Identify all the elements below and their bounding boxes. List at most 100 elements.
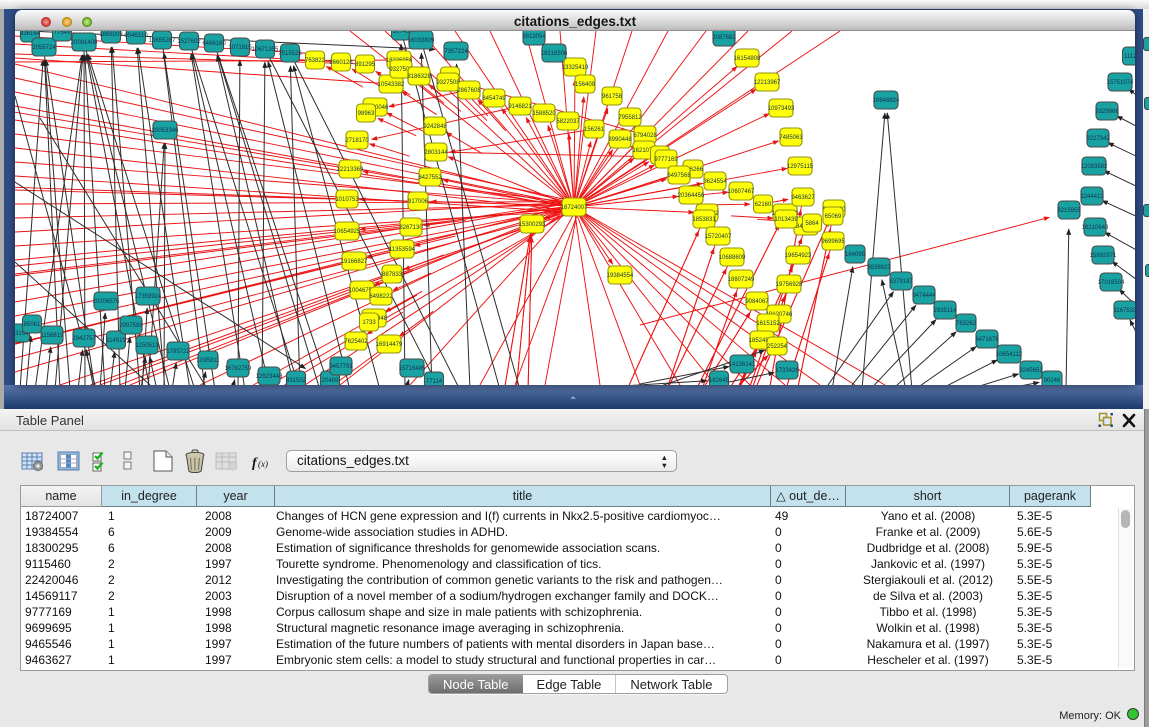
svg-text:5822037: 5822037	[556, 119, 580, 125]
svg-text:19654923: 19654923	[785, 253, 812, 259]
svg-text:7357224: 7357224	[444, 49, 468, 55]
svg-text:164095: 164095	[845, 252, 866, 258]
svg-text:16154808: 16154808	[734, 56, 761, 62]
svg-text:7955812: 7955812	[618, 115, 642, 121]
svg-text:9242848: 9242848	[423, 124, 447, 130]
svg-text:10688609: 10688609	[719, 255, 746, 261]
svg-text:1889203: 1889203	[99, 32, 123, 38]
svg-text:9699695: 9699695	[821, 239, 845, 245]
svg-text:9463627: 9463627	[791, 195, 815, 201]
svg-text:1013439: 1013439	[774, 217, 798, 223]
svg-text:2867608: 2867608	[457, 88, 481, 94]
svg-text:891295: 891295	[355, 62, 376, 68]
svg-text:10655287: 10655287	[149, 38, 176, 44]
svg-text:9329966: 9329966	[1095, 109, 1119, 115]
svg-text:9146821: 9146821	[508, 104, 532, 110]
svg-text:11353594: 11353594	[389, 247, 416, 253]
svg-text:8267130: 8267130	[399, 225, 423, 231]
svg-text:11124: 11124	[1124, 54, 1135, 60]
svg-text:9546310: 9546310	[124, 33, 148, 39]
svg-text:1167533: 1167533	[1114, 308, 1135, 314]
svg-text:9327508: 9327508	[436, 80, 460, 86]
svg-text:15300293: 15300293	[519, 222, 546, 228]
svg-text:8938923: 8938923	[867, 265, 891, 271]
svg-text:1615152: 1615152	[756, 321, 780, 327]
svg-text:13325419: 13325419	[562, 65, 589, 71]
svg-text:15751074: 15751074	[1107, 80, 1134, 86]
svg-text:19384554: 19384554	[607, 273, 634, 279]
svg-text:763262: 763262	[956, 321, 977, 327]
svg-text:1010753: 1010753	[335, 197, 359, 203]
svg-text:16914479: 16914479	[376, 342, 403, 348]
svg-text:15692971: 15692971	[1090, 253, 1117, 259]
svg-text:10607467: 10607467	[728, 189, 755, 195]
svg-text:20053346: 20053346	[152, 128, 179, 134]
svg-text:7515526: 7515526	[278, 51, 302, 57]
svg-text:5864: 5864	[805, 221, 819, 227]
svg-text:6794028: 6794028	[633, 133, 657, 139]
svg-text:1095811: 1095811	[197, 358, 221, 364]
svg-text:10654112: 10654112	[996, 352, 1023, 358]
svg-text:17016504: 17016504	[1098, 280, 1125, 286]
svg-text:19756928: 19756928	[776, 282, 803, 288]
svg-text:936164: 936164	[20, 31, 41, 37]
svg-text:156261: 156261	[584, 127, 605, 133]
svg-text:8471676: 8471676	[975, 337, 999, 343]
svg-text:8454749: 8454749	[482, 96, 506, 102]
svg-text:6498222: 6498222	[369, 294, 393, 300]
svg-text:16782759: 16782759	[225, 366, 252, 372]
svg-text:9474444: 9474444	[912, 293, 936, 299]
svg-text:62160: 62160	[755, 202, 772, 208]
svg-text:20091406: 20091406	[71, 40, 98, 46]
svg-text:3624554: 3624554	[703, 179, 727, 185]
svg-text:2718170: 2718170	[345, 138, 369, 144]
svg-text:1853831: 1853831	[692, 217, 716, 223]
svg-text:2935114: 2935114	[934, 308, 958, 314]
svg-text:77549: 77549	[54, 31, 71, 36]
svg-text:10671355: 10671355	[252, 47, 279, 53]
svg-text:961758: 961758	[602, 94, 623, 100]
svg-text:831502: 831502	[286, 378, 307, 384]
svg-text:19166827: 19166827	[341, 259, 368, 265]
svg-text:1733426: 1733426	[775, 368, 799, 374]
svg-text:10648824: 10648824	[873, 98, 900, 104]
svg-text:65069: 65069	[825, 214, 842, 220]
svg-text:12213369: 12213369	[337, 167, 364, 173]
svg-text:1250513: 1250513	[135, 343, 159, 349]
svg-text:1071915: 1071915	[228, 45, 252, 51]
svg-text:10543382: 10543382	[378, 82, 405, 88]
svg-text:12923448: 12923448	[256, 374, 283, 380]
svg-text:9227342: 9227342	[1086, 136, 1110, 142]
svg-text:18807249: 18807249	[728, 277, 755, 283]
svg-text:98963: 98963	[358, 111, 375, 117]
svg-text:8186328: 8186328	[407, 74, 431, 80]
svg-text:20206575: 20206575	[93, 299, 120, 305]
svg-text:77114: 77114	[426, 379, 443, 385]
svg-text:9084067: 9084067	[745, 299, 769, 305]
svg-text:1588520: 1588520	[532, 111, 556, 117]
svg-text:182645: 182645	[709, 378, 730, 384]
svg-text:85061: 85061	[24, 322, 41, 328]
svg-text:252254: 252254	[767, 344, 788, 350]
svg-text:19218506: 19218506	[541, 51, 568, 57]
svg-text:2942757: 2942757	[72, 336, 96, 342]
svg-text:16745: 16745	[393, 31, 410, 35]
svg-text:8215955: 8215955	[1057, 208, 1081, 214]
svg-text:8427552: 8427552	[418, 175, 442, 181]
svg-text:8660128: 8660128	[329, 60, 353, 66]
svg-text:2803144: 2803144	[424, 150, 448, 156]
svg-text:12213967: 12213967	[754, 80, 781, 86]
svg-text:90246: 90246	[1044, 378, 1061, 384]
svg-text:2997588: 2997588	[119, 323, 143, 329]
svg-text:1244413: 1244413	[1080, 194, 1104, 200]
svg-text:156409: 156409	[575, 82, 596, 88]
svg-text:2087682: 2087682	[712, 35, 736, 41]
svg-text:917006: 917006	[408, 199, 429, 205]
svg-text:20364456: 20364456	[678, 193, 705, 199]
svg-text:20489: 20489	[322, 378, 339, 384]
svg-text:7485063: 7485063	[779, 135, 803, 141]
svg-text:6497568: 6497568	[667, 173, 691, 179]
svg-text:9777169: 9777169	[654, 157, 678, 163]
svg-text:15720407: 15720407	[705, 234, 732, 240]
svg-text:10654925: 10654925	[334, 229, 361, 235]
